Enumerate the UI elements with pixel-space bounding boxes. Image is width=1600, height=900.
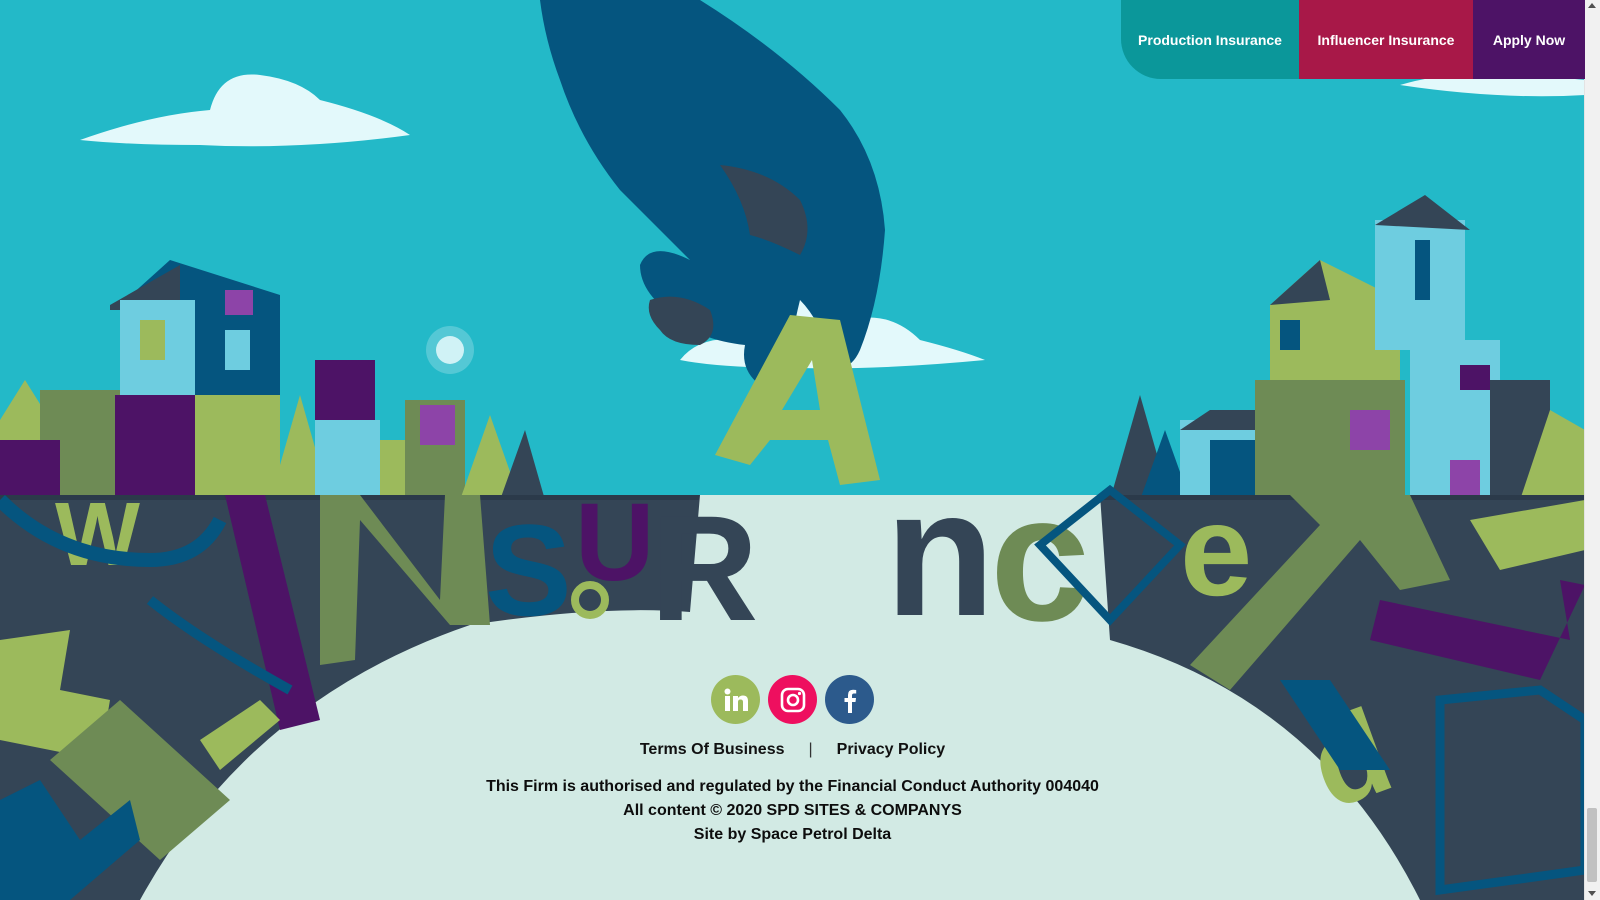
footer: Terms Of Business | Privacy Policy This … xyxy=(0,675,1585,847)
link-separator: | xyxy=(808,741,813,758)
social-links xyxy=(0,675,1585,724)
svg-text:e: e xyxy=(1180,477,1252,623)
instagram-icon[interactable] xyxy=(768,675,817,724)
facebook-icon[interactable] xyxy=(825,675,874,724)
footer-links: Terms Of Business | Privacy Policy xyxy=(0,741,1585,759)
copyright-notice: All content © 2020 SPD SITES & COMPANYS xyxy=(623,802,962,819)
scroll-up-arrow-icon[interactable] xyxy=(1588,3,1596,8)
facebook-glyph xyxy=(844,689,856,713)
regulation-notice: This Firm is authorised and regulated by… xyxy=(486,778,1099,795)
scrollbar-thumb[interactable] xyxy=(1587,808,1597,882)
linkedin-icon[interactable] xyxy=(711,675,760,724)
nav-production-insurance[interactable]: Production Insurance xyxy=(1121,0,1299,79)
scroll-down-arrow-icon[interactable] xyxy=(1588,891,1596,896)
vertical-scrollbar[interactable] xyxy=(1584,0,1600,900)
page: W S U R n c e d Production Insurance Inf… xyxy=(0,0,1585,900)
nav-influencer-insurance[interactable]: Influencer Insurance xyxy=(1299,0,1473,79)
top-navigation: Production Insurance Influencer Insuranc… xyxy=(1121,0,1585,79)
svg-text:W: W xyxy=(55,485,140,585)
nav-apply-now-button[interactable]: Apply Now xyxy=(1473,0,1585,79)
svg-text:S: S xyxy=(485,497,572,643)
site-credit: Site by Space Petrol Delta xyxy=(693,826,892,843)
svg-text:c: c xyxy=(990,458,1090,659)
legal-text: This Firm is authorised and regulated by… xyxy=(0,775,1585,847)
linkedin-glyph xyxy=(724,688,748,711)
terms-of-business-link[interactable]: Terms Of Business xyxy=(640,741,785,759)
instagram-glyph xyxy=(780,687,805,712)
svg-text:R: R xyxy=(650,484,758,652)
svg-text:n: n xyxy=(885,453,995,654)
privacy-policy-link[interactable]: Privacy Policy xyxy=(837,741,946,759)
